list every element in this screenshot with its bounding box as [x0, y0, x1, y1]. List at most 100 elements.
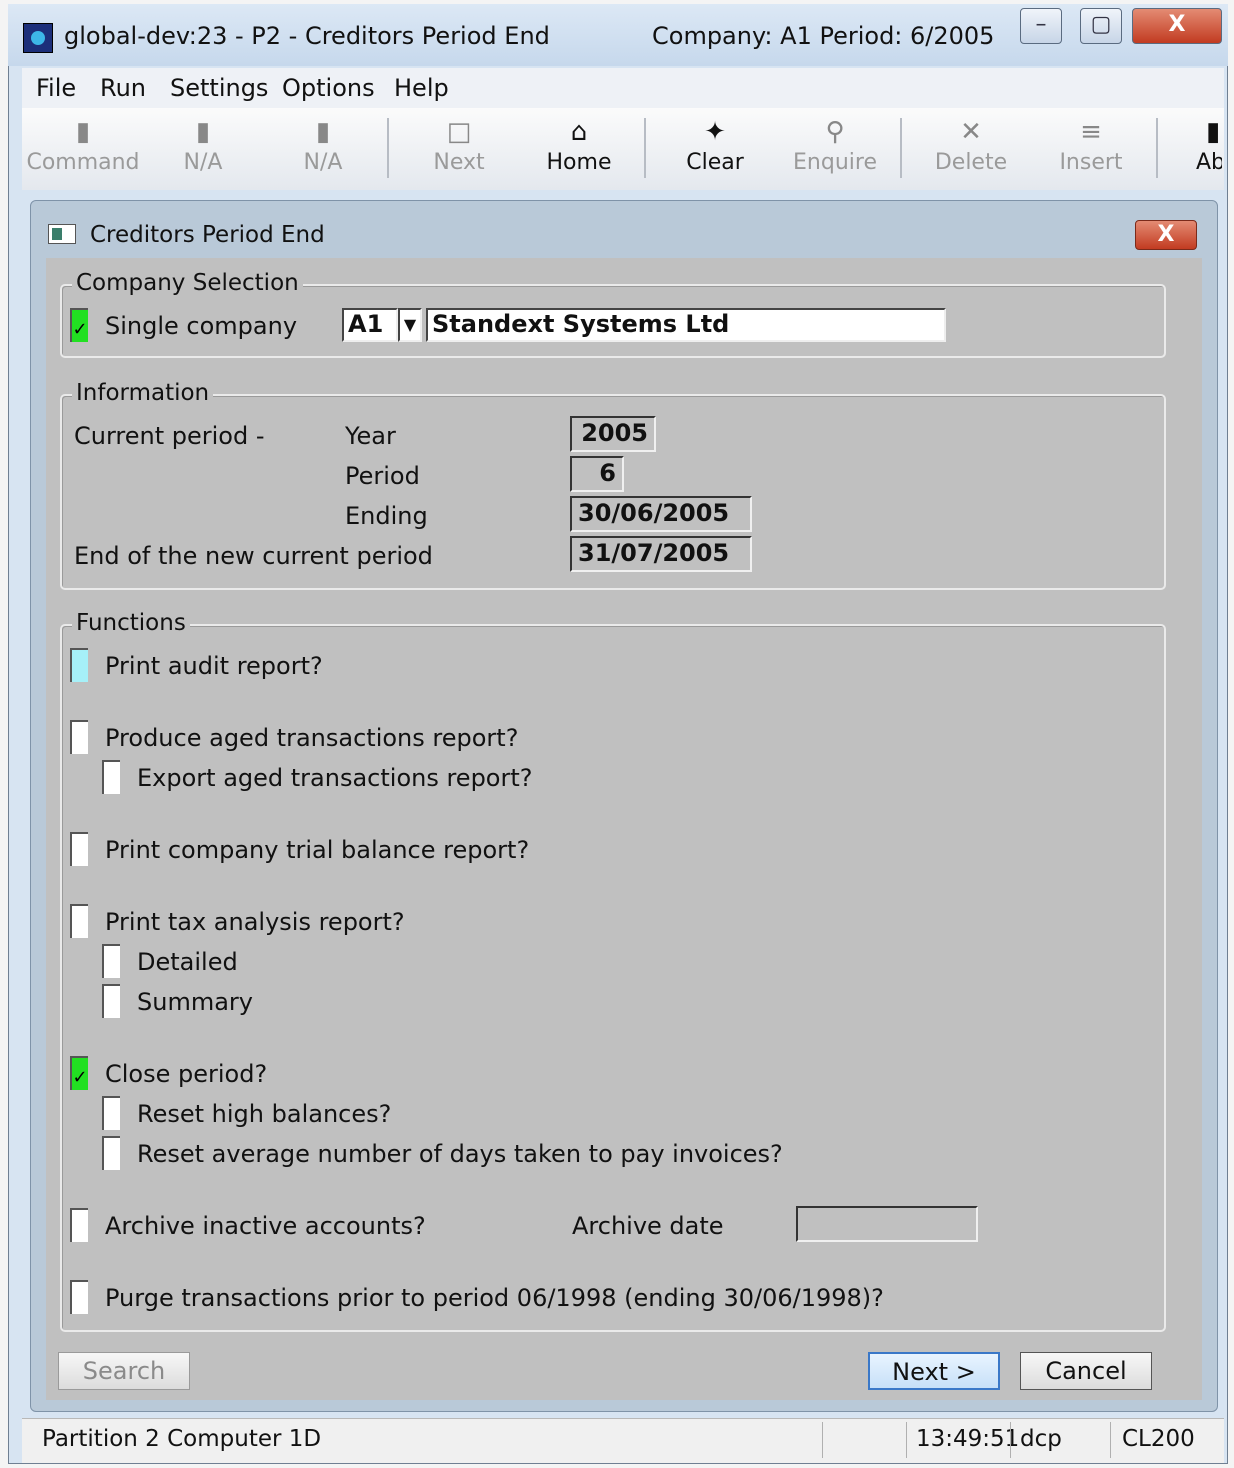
status-separator — [1110, 1422, 1111, 1458]
purge-transactions-checkbox[interactable] — [70, 1280, 88, 1314]
archive-date-field[interactable] — [796, 1206, 978, 1242]
reset-high-balances-checkbox[interactable] — [102, 1096, 120, 1130]
toolbar-command-label: Command — [26, 150, 140, 175]
single-company-checkbox[interactable]: ✓ — [70, 308, 88, 342]
tax-analysis-label: Print tax analysis report? — [105, 908, 405, 936]
close-period-checkbox[interactable]: ✓ — [70, 1056, 88, 1090]
toolbar-insert-button[interactable]: ≡ Insert — [1030, 112, 1152, 186]
export-aged-checkbox[interactable] — [102, 760, 120, 794]
toolbar-insert-label: Insert — [1059, 150, 1123, 175]
dialog-window-icon — [48, 224, 76, 244]
toolbar-separator — [644, 118, 646, 178]
status-separator — [1010, 1422, 1011, 1458]
archive-inactive-checkbox[interactable] — [70, 1208, 88, 1242]
trial-balance-checkbox[interactable] — [70, 832, 88, 866]
single-company-label: Single company — [105, 312, 298, 340]
clear-icon: ✦ — [704, 117, 726, 147]
toolbar-separator — [387, 118, 389, 178]
menu-run[interactable]: Run — [100, 74, 146, 102]
toolbar-f3-label: N/A — [303, 150, 343, 175]
toolbar-clear-label: Clear — [686, 150, 744, 175]
status-program: CL200 — [1122, 1426, 1195, 1452]
functions-legend: Functions — [72, 610, 190, 636]
abandon-icon: ▮ — [1206, 117, 1221, 147]
toolbar-next-label: Next — [433, 150, 485, 175]
toolbar-command-button[interactable]: ▮ Command — [22, 112, 144, 186]
summary-checkbox[interactable] — [102, 984, 120, 1018]
toolbar-separator — [900, 118, 902, 178]
toolbar-f2-label: N/A — [183, 150, 223, 175]
summary-label: Summary — [137, 988, 253, 1016]
aged-transactions-checkbox[interactable] — [70, 720, 88, 754]
x-icon: ✕ — [960, 117, 982, 147]
year-label: Year — [345, 422, 396, 450]
detailed-checkbox[interactable] — [102, 944, 120, 978]
window-title: global-dev:23 - P2 - Creditors Period En… — [64, 22, 550, 50]
trial-balance-label: Print company trial balance report? — [105, 836, 530, 864]
aged-transactions-label: Produce aged transactions report? — [105, 724, 519, 752]
new-period-end-label: End of the new current period — [74, 542, 433, 570]
new-period-end-value: 31/07/2005 — [570, 536, 752, 572]
status-separator — [822, 1422, 823, 1458]
minimize-button[interactable]: – — [1020, 8, 1062, 44]
toolbar-next-button[interactable]: □ Next — [398, 112, 520, 186]
page-icon: □ — [446, 117, 472, 147]
menu-settings[interactable]: Settings — [170, 74, 268, 102]
print-audit-checkbox[interactable] — [70, 648, 88, 682]
cancel-button[interactable]: Cancel — [1020, 1352, 1152, 1390]
status-separator — [906, 1422, 907, 1458]
toolbar-enquire-button[interactable]: ⚲ Enquire — [774, 112, 896, 186]
ending-date-value: 30/06/2005 — [570, 496, 752, 532]
company-code-field[interactable]: A1 — [342, 308, 398, 342]
print-audit-label: Print audit report? — [105, 652, 323, 680]
f2-icon: ▮ — [195, 117, 211, 147]
period-label: Period — [345, 462, 420, 490]
status-user: dcp — [1020, 1426, 1062, 1452]
year-value: 2005 — [570, 416, 656, 452]
export-aged-label: Export aged transactions report? — [137, 764, 533, 792]
f3-icon: ▮ — [315, 117, 331, 147]
next-button[interactable]: Next > — [868, 1352, 1000, 1390]
magnifier-icon: ⚲ — [825, 117, 845, 147]
toolbar-clear-button[interactable]: ✦ Clear — [654, 112, 776, 186]
dialog-title: Creditors Period End — [90, 222, 325, 248]
toolbar-f3-button[interactable]: ▮ N/A — [262, 112, 384, 186]
company-period-context: Company: A1 Period: 6/2005 — [652, 22, 995, 50]
toolbar-abandon-label: Ab — [1196, 150, 1222, 175]
dialog-close-button[interactable]: X — [1135, 220, 1197, 250]
search-button[interactable]: Search — [58, 1352, 190, 1390]
toolbar-enquire-label: Enquire — [793, 150, 877, 175]
current-period-label: Current period - — [74, 422, 265, 450]
archive-date-label: Archive date — [572, 1212, 724, 1240]
maximize-button[interactable]: ▢ — [1080, 8, 1122, 44]
tax-analysis-checkbox[interactable] — [70, 904, 88, 938]
toolbar-home-button[interactable]: ⌂ Home — [518, 112, 640, 186]
home-icon: ⌂ — [570, 117, 588, 147]
toolbar-separator — [1156, 118, 1158, 178]
menu-file[interactable]: File — [36, 74, 76, 102]
status-partition: Partition 2 Computer 1D — [42, 1426, 322, 1452]
f1-icon: ▮ — [75, 117, 91, 147]
menu-help[interactable]: Help — [394, 74, 449, 102]
app-icon — [23, 23, 53, 53]
toolbar-delete-label: Delete — [934, 150, 1008, 175]
close-period-label: Close period? — [105, 1060, 268, 1088]
company-selection-legend: Company Selection — [72, 270, 303, 296]
window-close-button[interactable]: X — [1132, 8, 1222, 44]
toolbar-f2-button[interactable]: ▮ N/A — [142, 112, 264, 186]
company-dropdown-arrow-icon[interactable]: ▼ — [398, 308, 422, 342]
ending-label: Ending — [345, 502, 428, 530]
purge-transactions-label: Purge transactions prior to period 06/19… — [105, 1284, 884, 1312]
menu-options[interactable]: Options — [282, 74, 375, 102]
detailed-label: Detailed — [137, 948, 238, 976]
reset-average-days-checkbox[interactable] — [102, 1136, 120, 1170]
reset-average-days-label: Reset average number of days taken to pa… — [137, 1140, 783, 1168]
status-time: 13:49:51 — [916, 1426, 1020, 1452]
information-legend: Information — [72, 380, 214, 406]
toolbar-abandon-button[interactable]: ▮ Ab — [1166, 112, 1222, 186]
toolbar-delete-button[interactable]: ✕ Delete — [910, 112, 1032, 186]
company-name-field: Standext Systems Ltd — [426, 308, 946, 342]
insert-icon: ≡ — [1080, 117, 1102, 147]
archive-inactive-label: Archive inactive accounts? — [105, 1212, 426, 1240]
period-value: 6 — [570, 456, 624, 492]
